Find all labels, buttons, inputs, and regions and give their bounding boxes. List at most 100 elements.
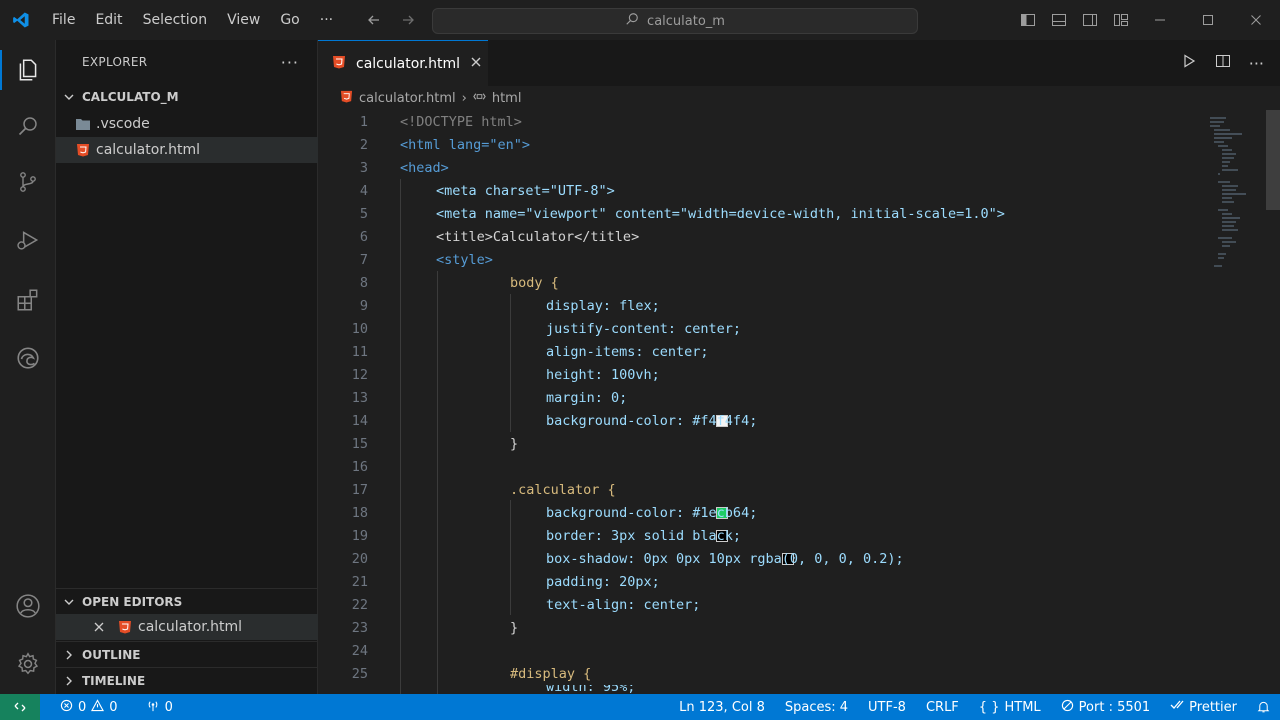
code-line: 19 border: 3px solid black; [351,527,742,544]
search-icon[interactable] [0,102,56,150]
problems-indicator[interactable]: 0 0 [50,698,128,716]
code-line: width: 95%; [318,685,1208,694]
radio-tower-icon [146,699,160,716]
braces-icon: { } [978,699,1000,715]
minimap[interactable] [1202,114,1254,284]
code-line: 1 <!DOCTYPE html> [359,113,522,130]
menu-go[interactable]: Go [270,0,309,40]
menu-file[interactable]: File [42,0,85,40]
toggle-panel-icon[interactable] [1043,0,1074,40]
code-line: 13 margin: 0; [351,389,628,406]
manage-gear-icon[interactable] [0,640,56,688]
search-icon [625,12,639,30]
toggle-primary-sidebar-icon[interactable] [1012,0,1043,40]
menu-edit[interactable]: Edit [85,0,132,40]
ports-indicator[interactable]: 0 [136,699,183,716]
explorer-more-icon[interactable]: ··· [281,53,299,72]
code-text: text-align: center; [546,596,701,613]
code-line: 16 [351,458,368,475]
open-editors-title: OPEN EDITORS [82,594,183,609]
code-line: 5 <meta name="viewport" content="width=de… [359,205,1005,222]
check-double-icon [1170,699,1184,715]
code-text: align-items: center; [546,343,709,360]
title-bar: File Edit Selection View Go ··· calculat… [0,0,1280,40]
extensions-icon[interactable] [0,276,56,324]
tab-calculator-html[interactable]: calculator.html [318,40,488,86]
cursor-position[interactable]: Ln 123, Col 8 [669,700,775,715]
run-file-icon[interactable] [1181,53,1197,73]
tab-bar: calculator.html ··· [318,40,1280,86]
menu-view[interactable]: View [217,0,270,40]
code-text: } [510,619,519,636]
explorer-icon[interactable] [0,46,56,94]
indentation[interactable]: Spaces: 4 [775,700,858,715]
outline-title: OUTLINE [82,647,141,662]
close-window-icon[interactable] [1232,0,1280,40]
code-text: <head> [400,159,449,176]
notifications-bell-icon[interactable] [1247,700,1280,714]
tree-item-calculator-html[interactable]: calculator.html [56,137,318,163]
timeline-header[interactable]: TIMELINE [56,667,318,693]
minimize-icon[interactable] [1136,0,1184,40]
more-menu-icon[interactable]: ··· [310,0,343,40]
back-arrow-icon[interactable] [364,10,384,30]
chevron-right-icon [56,649,82,661]
code-line: 8 body { [359,274,559,291]
code-text: <title>Calculator</title> [436,228,640,245]
code-text: background-color: #f4f4f4; [546,412,758,429]
split-editor-icon[interactable] [1215,53,1231,73]
code-text: display: flex; [546,297,660,314]
forward-arrow-icon[interactable] [398,10,418,30]
explorer-sidebar: EXPLORER ··· CALCULATO_M .vscode calcula… [56,40,318,694]
remote-indicator-icon[interactable] [0,694,40,720]
code-text: .calculator { [510,481,616,498]
prettier-label: Prettier [1189,699,1237,715]
source-control-icon[interactable] [0,158,56,206]
encoding[interactable]: UTF-8 [858,700,916,715]
code-line: 10 justify-content: center; [351,320,742,337]
tree-item-vscode[interactable]: .vscode [56,111,318,137]
code-text: <meta charset="UTF-8"> [436,182,615,199]
code-editor[interactable]: 1 <!DOCTYPE html> 2 <html lang="en"> 3 <hea… [318,110,1280,694]
account-icon[interactable] [0,582,56,630]
code-text: padding: 20px; [546,573,660,590]
live-server-port[interactable]: Port : 5501 [1051,699,1161,716]
open-editors-header[interactable]: OPEN EDITORS [56,588,318,614]
outline-header[interactable]: OUTLINE [56,641,318,667]
customize-layout-icon[interactable] [1105,0,1136,40]
code-text: <meta name="viewport" content="width=dev… [436,205,1005,222]
html5-file-icon [112,620,138,634]
chevron-right-icon [56,675,82,687]
folder-name: CALCULATO_M [82,90,179,104]
language-mode[interactable]: { } HTML [969,700,1051,715]
folder-header[interactable]: CALCULATO_M [56,84,318,110]
code-line: 7 <style> [359,251,493,268]
ports-count: 0 [164,699,173,715]
close-editor-icon[interactable] [86,621,112,633]
editor-more-icon[interactable]: ··· [1249,54,1264,73]
code-line: 9 display: flex; [359,297,660,314]
html5-file-icon [340,90,353,107]
toggle-secondary-sidebar-icon[interactable] [1074,0,1105,40]
prettier-status[interactable]: Prettier [1160,699,1247,715]
code-line: 25 #display { [351,665,592,682]
code-text: background-color: #1ecb64; [546,504,758,521]
run-debug-icon[interactable] [0,216,56,264]
maximize-icon[interactable] [1184,0,1232,40]
close-tab-icon[interactable] [470,56,482,72]
code-line: 22 text-align: center; [351,596,701,613]
code-text: width: 95%; [546,685,636,694]
warning-icon [91,698,105,716]
open-editor-item[interactable]: calculator.html [56,614,318,640]
html5-file-icon [332,55,346,73]
command-center-search[interactable]: calculato_m [432,8,918,34]
code-line: 21 padding: 20px; [351,573,660,590]
tree-item-label: calculator.html [96,142,201,158]
breadcrumb-file[interactable]: calculator.html [359,91,456,106]
menu-selection[interactable]: Selection [133,0,218,40]
timeline-title: TIMELINE [82,673,146,688]
breadcrumb-symbol[interactable]: html [492,91,522,106]
edge-devtools-icon[interactable] [0,334,56,382]
vertical-scrollbar[interactable] [1266,110,1280,210]
end-of-line[interactable]: CRLF [916,700,969,715]
